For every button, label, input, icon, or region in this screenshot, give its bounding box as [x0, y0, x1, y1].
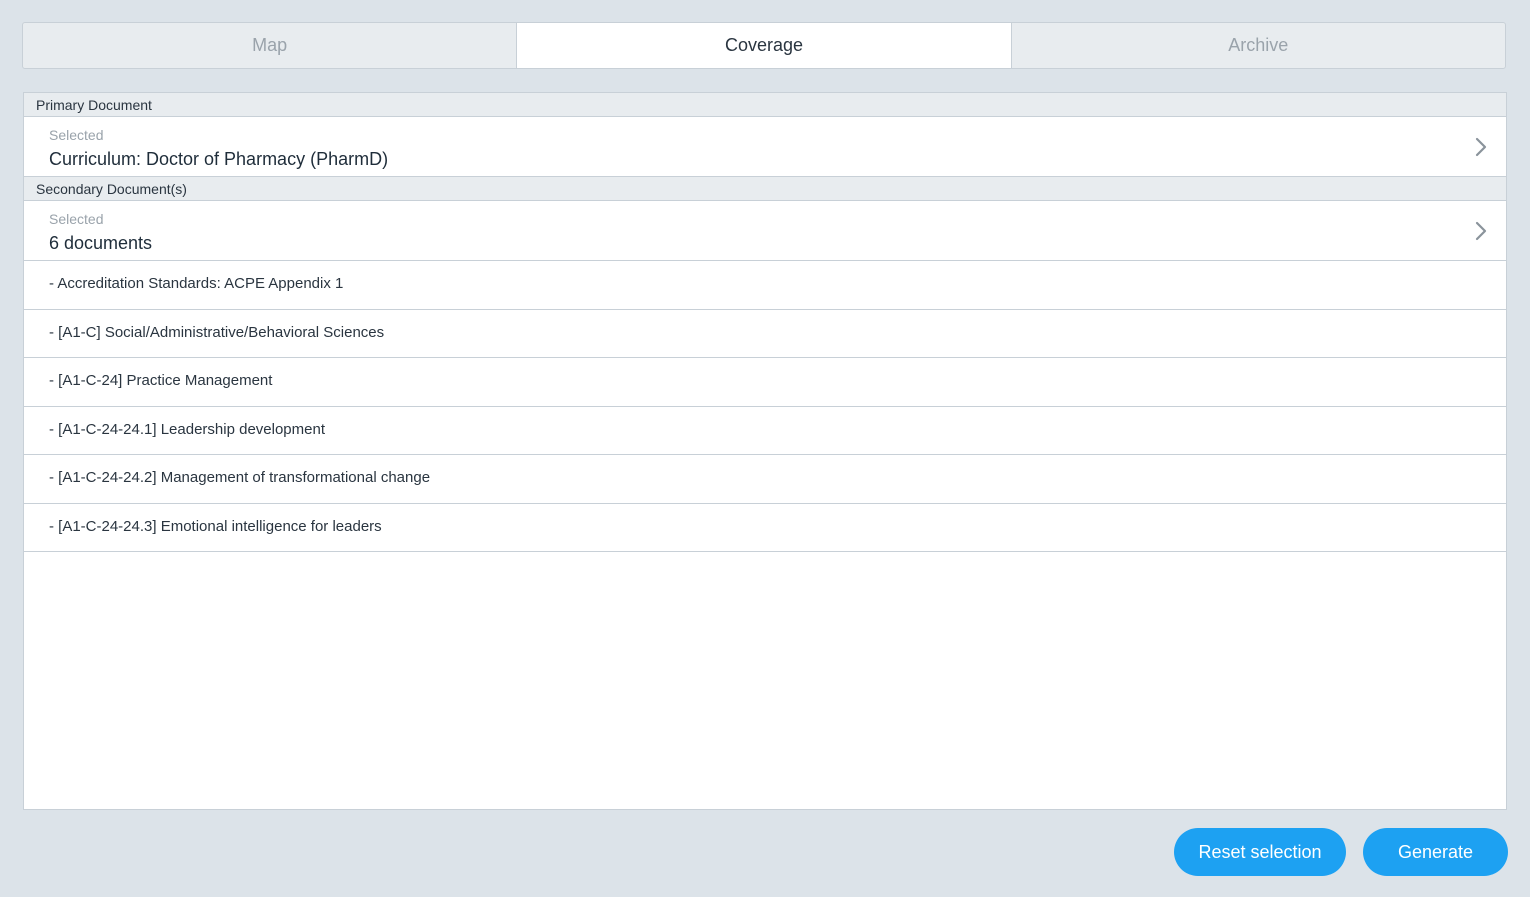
tab-map[interactable]: Map — [23, 23, 518, 68]
chevron-right-icon — [1475, 137, 1487, 157]
list-item: - [A1-C-24-24.3] Emotional intelligence … — [24, 504, 1506, 552]
secondary-documents-selector[interactable]: Selected 6 documents — [24, 201, 1506, 261]
reset-selection-button[interactable]: Reset selection — [1174, 828, 1346, 876]
generate-button[interactable]: Generate — [1363, 828, 1508, 876]
tab-archive[interactable]: Archive — [1012, 23, 1505, 68]
tab-coverage[interactable]: Coverage — [517, 23, 1012, 68]
tab-bar: Map Coverage Archive — [22, 22, 1506, 69]
secondary-selected-value: 6 documents — [49, 233, 153, 253]
list-item: - [A1-C] Social/Administrative/Behaviora… — [24, 310, 1506, 358]
primary-document-selector[interactable]: Selected Curriculum: Doctor of Pharmacy … — [24, 117, 1506, 177]
primary-document-header: Primary Document — [24, 93, 1506, 117]
chevron-right-icon — [1475, 221, 1487, 241]
list-item: - [A1-C-24-24.1] Leadership development — [24, 407, 1506, 455]
secondary-selected-caption: Selected — [49, 211, 104, 227]
secondary-documents-list: - Accreditation Standards: ACPE Appendix… — [24, 261, 1506, 552]
coverage-panel: Primary Document Selected Curriculum: Do… — [23, 92, 1507, 810]
primary-selected-caption: Selected — [49, 127, 104, 143]
secondary-documents-header: Secondary Document(s) — [24, 177, 1506, 201]
list-item: - [A1-C-24-24.2] Management of transform… — [24, 455, 1506, 504]
list-item: - [A1-C-24] Practice Management — [24, 358, 1506, 407]
primary-selected-value: Curriculum: Doctor of Pharmacy (PharmD) — [49, 149, 389, 169]
list-item: - Accreditation Standards: ACPE Appendix… — [24, 261, 1506, 310]
